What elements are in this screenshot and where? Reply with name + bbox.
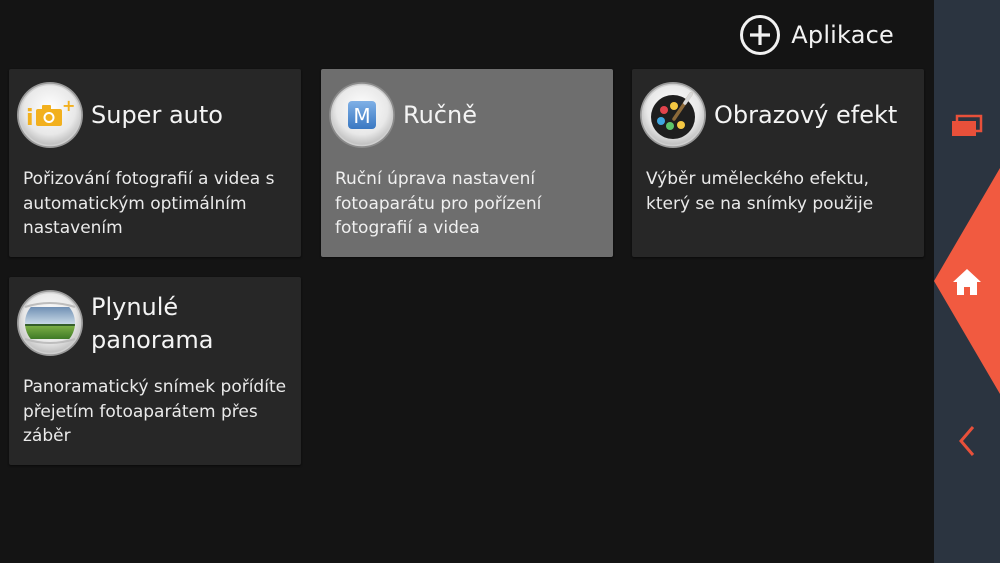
apps-button-label: Aplikace [791,21,894,49]
manual-mode-icon: M [329,82,395,148]
mode-grid-area: Aplikace i + Super auto Pořizování fotog… [0,0,934,563]
system-navigation-bar [934,0,1000,563]
mode-description: Panoramatický snímek pořídíte přejetím f… [23,377,287,446]
mode-card-picture-effect[interactable]: Obrazový efekt Výběr uměleckého efektu, … [632,69,924,257]
camera-auto-icon: i + [17,82,83,148]
mode-description: Ruční úprava nastavení fotoaparátu pro p… [335,169,542,238]
mode-title: Plynulé panorama [91,293,214,354]
svg-text:+: + [62,96,75,115]
panorama-icon [17,290,83,356]
palette-icon [640,82,706,148]
recent-apps-button[interactable] [934,114,1000,138]
mode-title: Super auto [91,101,223,129]
svg-text:M: M [353,104,370,128]
mode-card-sweep-panorama[interactable]: Plynulé panorama Panoramatický snímek po… [9,277,301,465]
home-button[interactable] [934,267,1000,297]
apps-button[interactable]: Aplikace [739,14,894,56]
mode-title: Ručně [403,101,477,129]
svg-text:i: i [26,106,34,131]
back-icon [959,426,975,456]
mode-description: Výběr uměleckého efektu, který se na sní… [646,169,874,214]
mode-description: Pořizování fotografií a videa s automati… [23,169,275,238]
mode-card-super-auto[interactable]: i + Super auto Pořizování fotografií a v… [9,69,301,257]
mode-card-manual[interactable]: M Ručně Ruční úprava nastavení fotoapará… [321,69,613,257]
add-circle-icon [740,15,781,55]
camera-mode-screen: Aplikace i + Super auto Pořizování fotog… [0,0,1000,563]
mode-title: Obrazový efekt [714,101,898,129]
home-icon [953,269,981,295]
recent-apps-icon [952,114,983,136]
back-button[interactable] [934,424,1000,458]
